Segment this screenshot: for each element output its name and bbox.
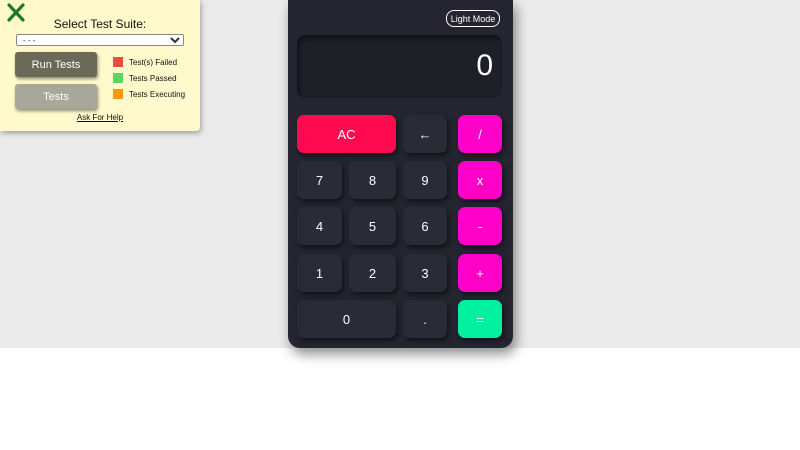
add-button[interactable]: + — [458, 254, 502, 292]
executing-swatch — [113, 89, 123, 99]
passed-swatch — [113, 73, 123, 83]
run-tests-button[interactable]: Run Tests — [15, 52, 97, 77]
clear-button[interactable]: AC — [297, 115, 396, 153]
digit-0-button[interactable]: 0 — [297, 300, 396, 338]
digit-1-button[interactable]: 1 — [297, 254, 342, 292]
multiply-button[interactable]: x — [458, 161, 502, 199]
test-panel: Select Test Suite: - - - Run Tests Tests… — [0, 0, 200, 131]
subtract-button[interactable]: - — [458, 207, 502, 245]
legend-executing: Tests Executing — [113, 89, 185, 99]
digit-7-button[interactable]: 7 — [297, 161, 342, 199]
digit-2-button[interactable]: 2 — [349, 254, 396, 292]
failed-swatch — [113, 57, 123, 67]
calculator-display: 0 — [297, 35, 502, 98]
backspace-button[interactable]: ← — [403, 115, 447, 153]
panel-title: Select Test Suite: — [53, 17, 147, 31]
ask-for-help-link[interactable]: Ask For Help — [0, 113, 200, 122]
digit-9-button[interactable]: 9 — [403, 161, 447, 199]
divide-button[interactable]: / — [458, 115, 502, 153]
tests-button[interactable]: Tests — [15, 84, 97, 109]
legend-executing-label: Tests Executing — [129, 89, 186, 99]
digit-5-button[interactable]: 5 — [349, 207, 396, 245]
digit-8-button[interactable]: 8 — [349, 161, 396, 199]
digit-3-button[interactable]: 3 — [403, 254, 447, 292]
display-value: 0 — [476, 49, 493, 82]
equals-button[interactable]: = — [458, 300, 502, 338]
light-mode-toggle[interactable]: Light Mode — [446, 10, 500, 27]
legend-passed: Tests Passed — [113, 73, 177, 83]
digit-4-button[interactable]: 4 — [297, 207, 342, 245]
calculator: Light Mode 0 AC ← / 7 8 9 x 4 5 6 - 1 2 … — [288, 0, 513, 348]
test-suite-select[interactable]: - - - — [16, 34, 184, 46]
legend-failed: Test(s) Failed — [113, 57, 177, 67]
legend-passed-label: Tests Passed — [129, 73, 177, 83]
legend-failed-label: Test(s) Failed — [129, 57, 178, 67]
decimal-button[interactable]: . — [403, 300, 447, 338]
digit-6-button[interactable]: 6 — [403, 207, 447, 245]
